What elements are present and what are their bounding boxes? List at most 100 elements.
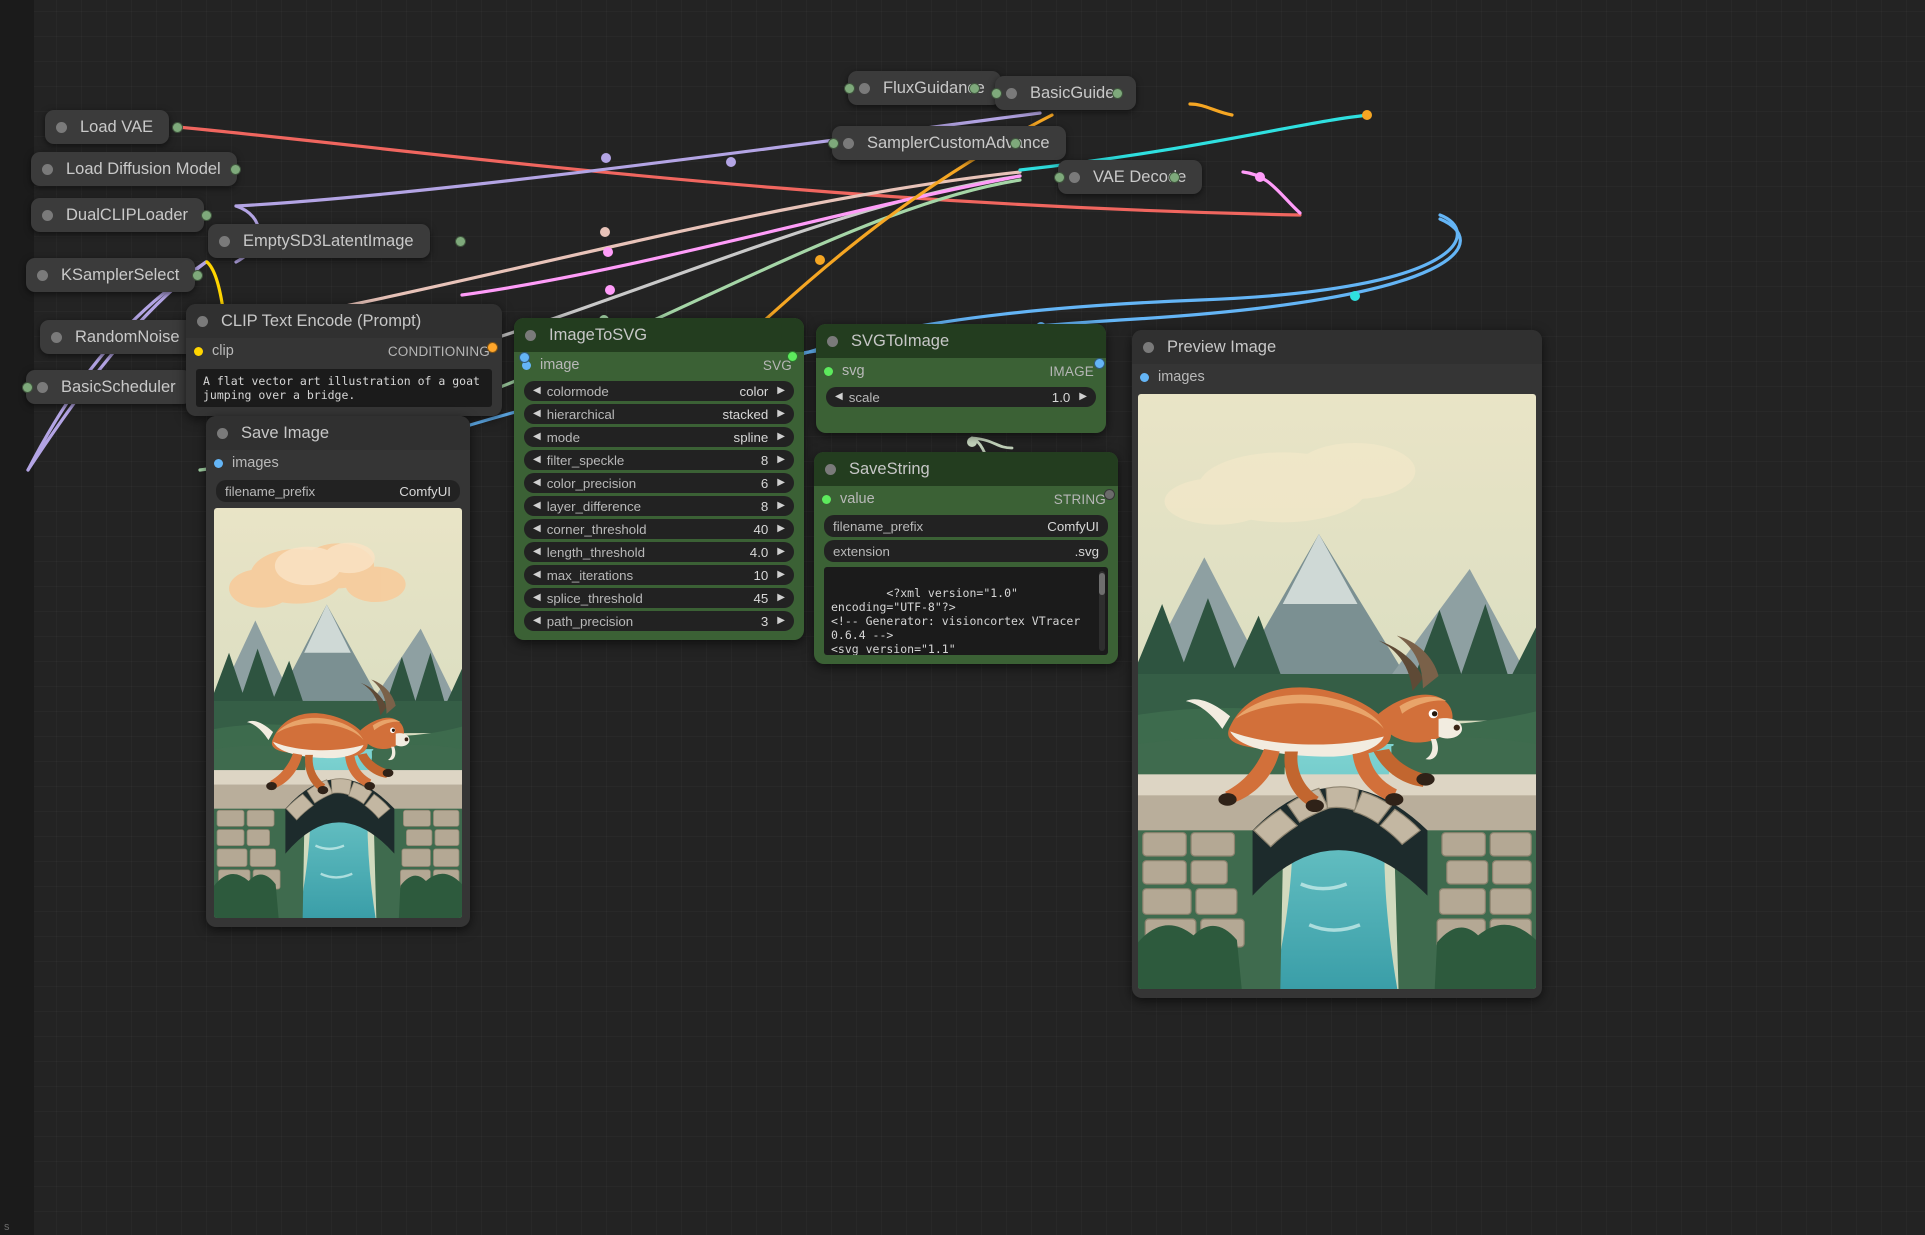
next-arrow-icon[interactable]: ▶ (777, 409, 785, 419)
node-clip-text-encode[interactable]: CLIP Text Encode (Prompt) clip CONDITION… (186, 304, 502, 416)
widget-scale[interactable]: ◀ scale 1.0 ▶ (826, 387, 1096, 407)
widget-value[interactable]: spline (734, 430, 769, 445)
node-titlebar[interactable]: Preview Image (1132, 330, 1542, 364)
widget-value[interactable]: color (739, 384, 768, 399)
widget-value[interactable]: 10 (754, 568, 769, 583)
svg-output-preview[interactable]: <?xml version="1.0" encoding="UTF-8"?> <… (824, 567, 1108, 655)
prev-arrow-icon[interactable]: ◀ (533, 386, 541, 396)
next-arrow-icon[interactable]: ▶ (777, 547, 785, 557)
widget-mode[interactable]: ◀ mode spline ▶ (524, 427, 794, 447)
node-titlebar[interactable]: SVGToImage (816, 324, 1106, 358)
collapse-toggle-icon[interactable] (37, 382, 48, 393)
port-emptysd3latentimage-out[interactable] (455, 236, 466, 247)
next-arrow-icon[interactable]: ▶ (777, 455, 785, 465)
collapse-toggle-icon[interactable] (1069, 172, 1080, 183)
port-load-vae-out[interactable] (172, 122, 183, 133)
collapse-toggle-icon[interactable] (219, 236, 230, 247)
svg-input-port[interactable] (824, 367, 833, 376)
save-image-preview[interactable] (214, 508, 462, 918)
widget-value[interactable]: 6 (761, 476, 768, 491)
prev-arrow-icon[interactable]: ◀ (533, 432, 541, 442)
widget-layer-difference[interactable]: ◀ layer_difference 8 ▶ (524, 496, 794, 516)
node-basicscheduler[interactable]: BasicScheduler (26, 370, 192, 404)
port-vae-decode-in[interactable] (1054, 172, 1065, 183)
port-clip-text-encode-cond-out[interactable] (487, 342, 498, 353)
port-svg-to-image-out[interactable] (1094, 358, 1105, 369)
next-arrow-icon[interactable]: ▶ (777, 386, 785, 396)
port-load-diffusion-model-out[interactable] (230, 164, 241, 175)
clip-input-port[interactable] (194, 347, 203, 356)
images-input-port[interactable] (214, 459, 223, 468)
preview-image-canvas[interactable] (1138, 394, 1536, 989)
node-samplercustomadvance[interactable]: SamplerCustomAdvance (832, 126, 1066, 160)
value-input-port[interactable] (822, 495, 831, 504)
node-load-vae[interactable]: Load VAE (45, 110, 169, 144)
collapse-toggle-icon[interactable] (525, 330, 536, 341)
node-save-image[interactable]: Save Image images filename_prefix ComfyU… (206, 416, 470, 927)
collapse-toggle-icon[interactable] (1006, 88, 1017, 99)
port-samplercustomadvance-out[interactable] (1010, 138, 1021, 149)
port-save-string-out[interactable] (1104, 489, 1115, 500)
widget-value[interactable]: .svg (1075, 544, 1099, 559)
node-vae-decode[interactable]: VAE Decode (1058, 160, 1202, 194)
widget-value[interactable]: 4.0 (750, 545, 769, 560)
port-vae-decode-out[interactable] (1169, 172, 1180, 183)
port-image-to-svg-image-in[interactable] (519, 352, 530, 363)
widget-value[interactable]: ComfyUI (399, 484, 451, 499)
next-arrow-icon[interactable]: ▶ (777, 570, 785, 580)
widget-save-string-filename-prefix[interactable]: filename_prefix ComfyUI (824, 515, 1108, 537)
prev-arrow-icon[interactable]: ◀ (533, 455, 541, 465)
node-svg-to-image[interactable]: SVGToImage svg IMAGE ◀ scale 1.0 ▶ (816, 324, 1106, 433)
node-titlebar[interactable]: ImageToSVG (514, 318, 804, 352)
port-samplercustomadvance-in[interactable] (828, 138, 839, 149)
port-basicguider-out[interactable] (1112, 88, 1123, 99)
node-emptysd3latentimage[interactable]: EmptySD3LatentImage (208, 224, 430, 258)
widget-colormode[interactable]: ◀ colormode color ▶ (524, 381, 794, 401)
node-ksamplerselect[interactable]: KSamplerSelect (26, 258, 195, 292)
port-image-to-svg-out[interactable] (787, 351, 798, 362)
widget-hierarchical[interactable]: ◀ hierarchical stacked ▶ (524, 404, 794, 424)
widget-value[interactable]: 40 (754, 522, 769, 537)
node-save-string[interactable]: SaveString value STRING filename_prefix … (814, 452, 1118, 664)
widget-length-threshold[interactable]: ◀ length_threshold 4.0 ▶ (524, 542, 794, 562)
widget-value[interactable]: 8 (761, 499, 768, 514)
widget-value[interactable]: 3 (761, 614, 768, 629)
collapse-toggle-icon[interactable] (42, 210, 53, 221)
port-basicguider-in[interactable] (991, 88, 1002, 99)
widget-filter-speckle[interactable]: ◀ filter_speckle 8 ▶ (524, 450, 794, 470)
next-arrow-icon[interactable]: ▶ (1079, 392, 1087, 402)
prev-arrow-icon[interactable]: ◀ (533, 478, 541, 488)
node-graph-canvas[interactable]: Load VAE Load Diffusion Model DualCLIPLo… (0, 0, 1925, 1235)
collapse-toggle-icon[interactable] (827, 336, 838, 347)
node-image-to-svg[interactable]: ImageToSVG image SVG ◀ colormode color ▶… (514, 318, 804, 640)
collapse-toggle-icon[interactable] (825, 464, 836, 475)
prompt-textarea[interactable]: A flat vector art illustration of a goat… (196, 369, 492, 407)
widget-value[interactable]: stacked (722, 407, 768, 422)
node-dualcliploader[interactable]: DualCLIPLoader (31, 198, 204, 232)
widget-corner-threshold[interactable]: ◀ corner_threshold 40 ▶ (524, 519, 794, 539)
port-dualcliploader-out[interactable] (201, 210, 212, 221)
widget-value[interactable]: 1.0 (1052, 390, 1071, 405)
node-titlebar[interactable]: Save Image (206, 416, 470, 450)
collapse-toggle-icon[interactable] (859, 83, 870, 94)
port-fluxguidance-out[interactable] (969, 83, 980, 94)
widget-value[interactable]: 45 (754, 591, 769, 606)
next-arrow-icon[interactable]: ▶ (777, 478, 785, 488)
prev-arrow-icon[interactable]: ◀ (533, 570, 541, 580)
prev-arrow-icon[interactable]: ◀ (533, 524, 541, 534)
prev-arrow-icon[interactable]: ◀ (533, 593, 541, 603)
next-arrow-icon[interactable]: ▶ (777, 616, 785, 626)
node-load-diffusion-model[interactable]: Load Diffusion Model (31, 152, 237, 186)
widget-value[interactable]: 8 (761, 453, 768, 468)
prev-arrow-icon[interactable]: ◀ (835, 392, 843, 402)
next-arrow-icon[interactable]: ▶ (777, 501, 785, 511)
prev-arrow-icon[interactable]: ◀ (533, 616, 541, 626)
node-titlebar[interactable]: CLIP Text Encode (Prompt) (186, 304, 502, 338)
widget-save-string-extension[interactable]: extension .svg (824, 540, 1108, 562)
node-randomnoise[interactable]: RandomNoise (40, 320, 196, 354)
widget-splice-threshold[interactable]: ◀ splice_threshold 45 ▶ (524, 588, 794, 608)
preview-scrollbar[interactable] (1099, 571, 1105, 651)
widget-value[interactable]: ComfyUI (1047, 519, 1099, 534)
next-arrow-icon[interactable]: ▶ (777, 524, 785, 534)
widget-filename-prefix[interactable]: filename_prefix ComfyUI (216, 480, 460, 502)
